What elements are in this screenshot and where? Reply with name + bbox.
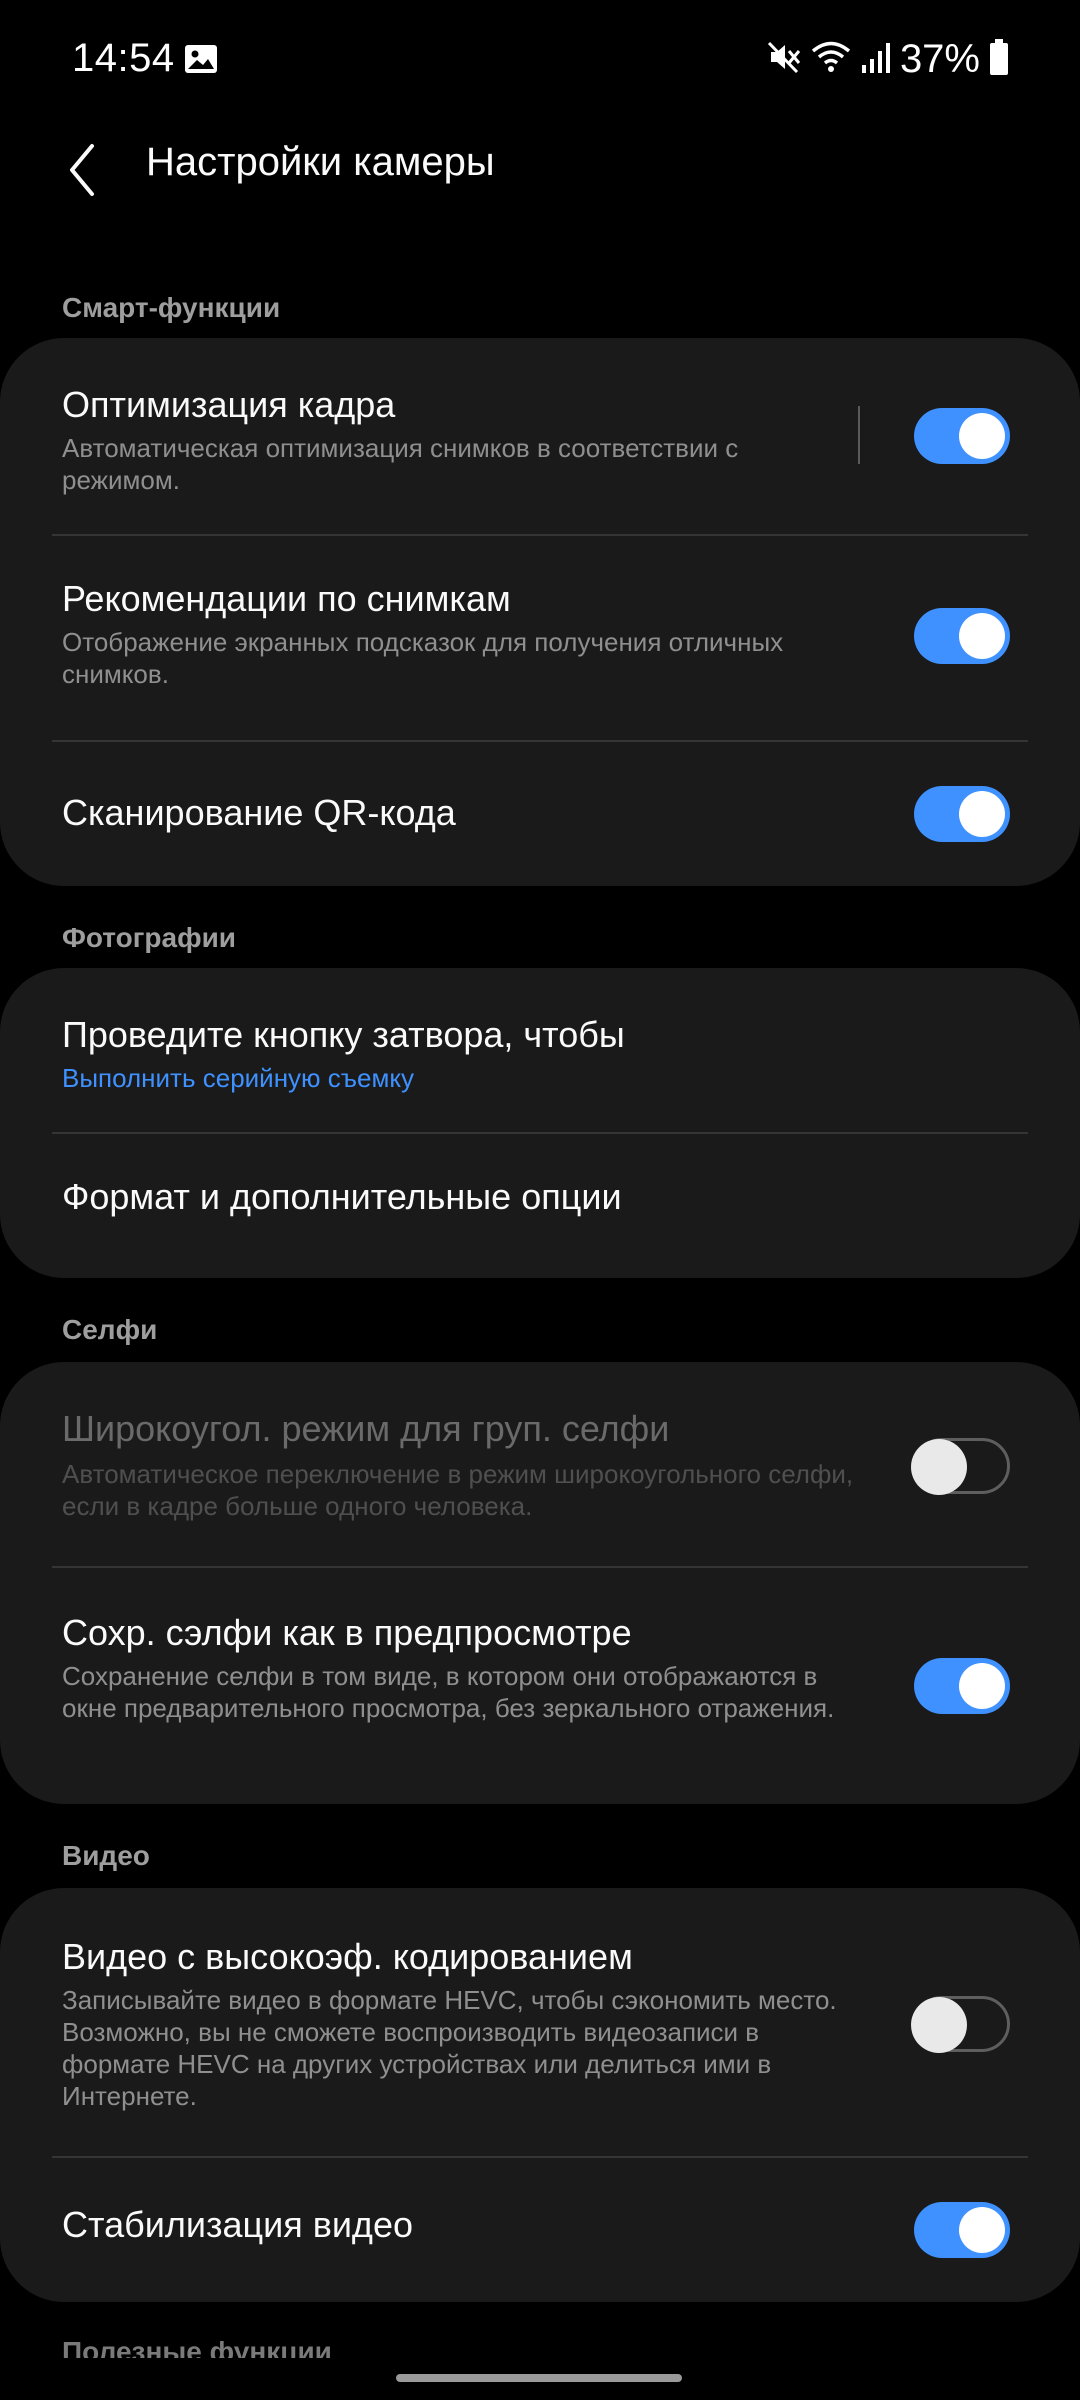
- toggle-knob: [959, 613, 1005, 659]
- battery-icon: [988, 38, 1010, 81]
- setting-title: Сканирование QR-кода: [62, 792, 456, 833]
- section-header-useful: Полезные функции: [62, 2336, 332, 2358]
- setting-title: Проведите кнопку затвора, чтобы: [62, 1014, 625, 1055]
- chevron-left-icon: [70, 144, 94, 196]
- toggle-knob: [959, 413, 1005, 459]
- setting-title: Формат и дополнительные опции: [62, 1176, 622, 1217]
- setting-title: Стабилизация видео: [62, 2204, 413, 2245]
- setting-shot-suggestions[interactable]: Рекомендации по снимкам Отображение экра…: [0, 536, 1080, 740]
- toggle-knob: [959, 791, 1005, 837]
- toggle-wide-group-selfie[interactable]: [911, 1438, 1010, 1495]
- setting-subtitle: Автоматическое переключение в режим широ…: [62, 1459, 854, 1521]
- toggle-save-selfie-preview[interactable]: [914, 1658, 1010, 1714]
- toggle-shot-suggestions[interactable]: [914, 608, 1010, 664]
- setting-wide-group-selfie[interactable]: Широкоугол. режим для груп. селфи Автома…: [0, 1362, 1080, 1566]
- mute-icon: [766, 39, 802, 80]
- setting-subtitle: Записывайте видео в формате HEVC, чтобы …: [62, 1985, 837, 2111]
- toggle-video-stabilization[interactable]: [914, 2202, 1010, 2258]
- setting-title: Широкоугол. режим для груп. селфи: [62, 1408, 670, 1449]
- wifi-icon: [810, 39, 852, 80]
- setting-hevc[interactable]: Видео с высокоэф. кодированием Записывай…: [0, 1888, 1080, 2156]
- setting-qr-scan[interactable]: Сканирование QR-кода: [0, 742, 1080, 886]
- setting-value: Выполнить серийную съемку: [62, 1063, 415, 1093]
- image-icon: [184, 44, 218, 74]
- setting-save-selfie-preview[interactable]: Сохр. сэлфи как в предпросмотре Сохранен…: [0, 1568, 1080, 1804]
- back-button[interactable]: [52, 130, 112, 210]
- setting-title: Видео с высокоэф. кодированием: [62, 1936, 633, 1977]
- setting-subtitle: Отображение экранных подсказок для получ…: [62, 627, 784, 689]
- toggle-qr-scan[interactable]: [914, 786, 1010, 842]
- signal-icon: [860, 39, 892, 80]
- toggle-knob: [959, 1663, 1005, 1709]
- setting-title: Сохр. сэлфи как в предпросмотре: [62, 1612, 632, 1653]
- card-smart: Оптимизация кадра Автоматическая оптимиз…: [0, 338, 1080, 886]
- status-time: 14:54: [72, 36, 175, 80]
- vertical-divider: [858, 406, 860, 464]
- setting-subtitle: Автоматическая оптимизация снимков в соо…: [62, 433, 739, 495]
- toggle-knob: [911, 1439, 967, 1495]
- section-header-smart: Смарт-функции: [62, 292, 281, 323]
- page-title: Настройки камеры: [146, 140, 495, 184]
- card-selfie: Широкоугол. режим для груп. селфи Автома…: [0, 1362, 1080, 1804]
- battery-percent: 37%: [899, 36, 980, 81]
- setting-title: Рекомендации по снимкам: [62, 578, 511, 619]
- setting-video-stabilization[interactable]: Стабилизация видео: [0, 2158, 1080, 2302]
- card-photos: Проведите кнопку затвора, чтобы Выполнит…: [0, 968, 1080, 1278]
- setting-subtitle: Сохранение селфи в том виде, в котором о…: [62, 1661, 835, 1723]
- status-bar: 14:54 37%: [0, 0, 1080, 120]
- section-header-photos: Фотографии: [62, 922, 237, 953]
- status-icons: 37%: [766, 34, 1010, 84]
- app-bar: Настройки камеры: [0, 120, 1080, 290]
- home-indicator[interactable]: [396, 2374, 682, 2382]
- toggle-knob: [959, 2207, 1005, 2253]
- section-header-video: Видео: [62, 1840, 150, 1871]
- toggle-hevc[interactable]: [911, 1996, 1010, 2053]
- setting-frame-optimization[interactable]: Оптимизация кадра Автоматическая оптимиз…: [0, 338, 1080, 534]
- toggle-frame-optimization[interactable]: [914, 408, 1010, 464]
- card-video: Видео с высокоэф. кодированием Записывай…: [0, 1888, 1080, 2302]
- section-header-selfie: Селфи: [62, 1314, 158, 1345]
- setting-shutter-swipe[interactable]: Проведите кнопку затвора, чтобы Выполнит…: [0, 968, 1080, 1132]
- setting-format-options[interactable]: Формат и дополнительные опции: [0, 1134, 1080, 1278]
- toggle-knob: [911, 1997, 967, 2053]
- setting-title: Оптимизация кадра: [62, 384, 396, 425]
